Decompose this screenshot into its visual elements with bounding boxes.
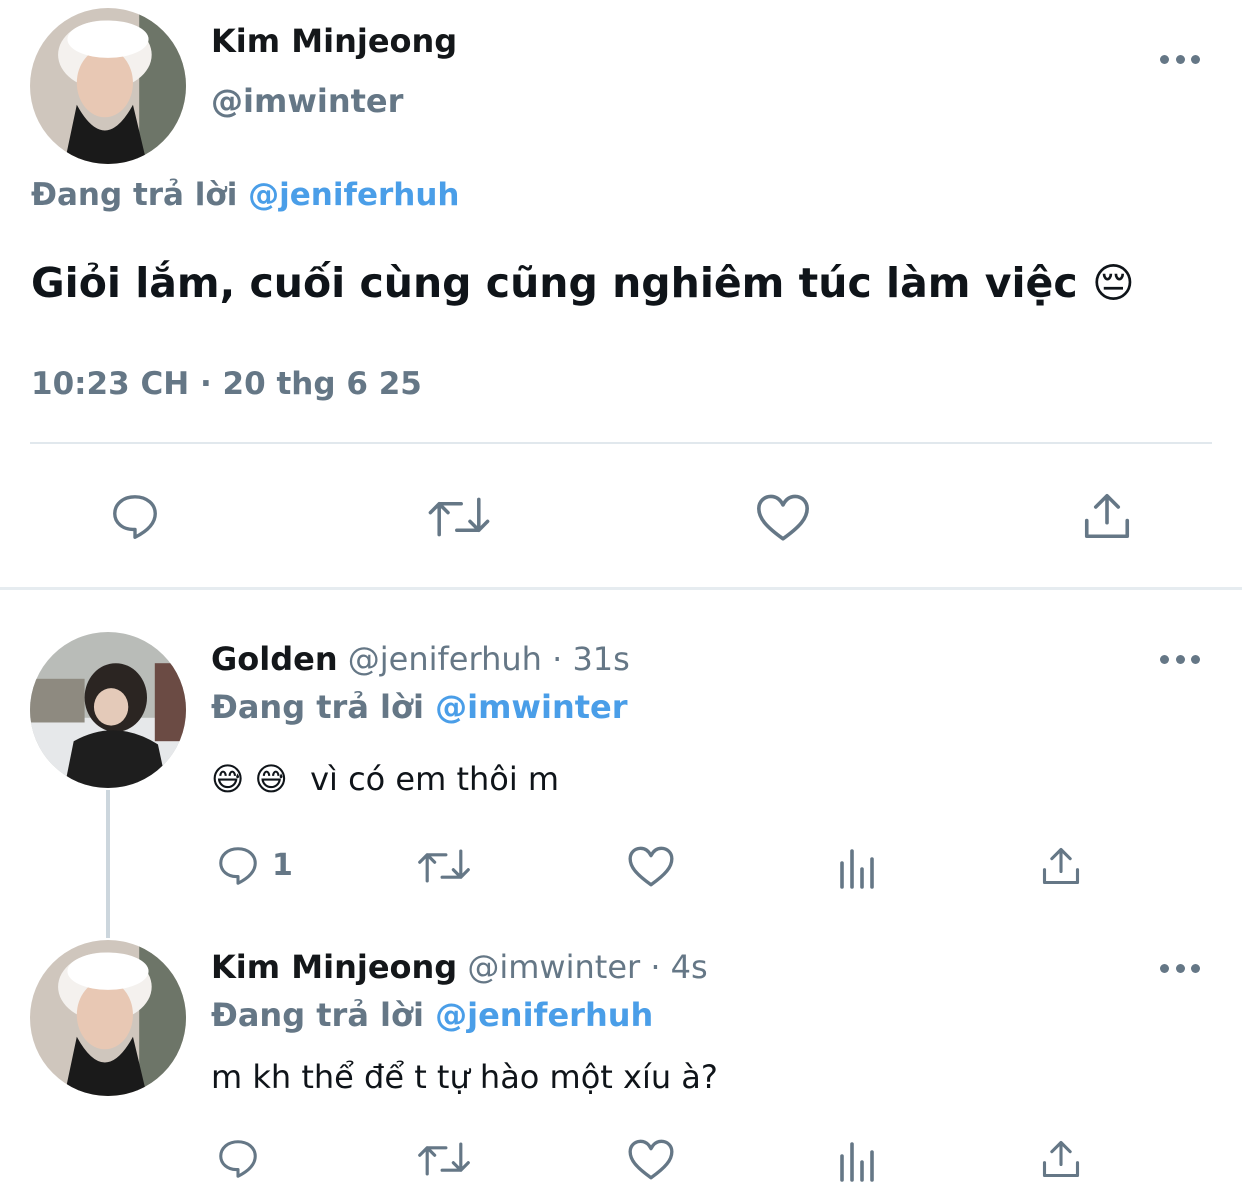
views-icon[interactable] (835, 1138, 877, 1182)
reply-header: Kim Minjeong @imwinter · 4s (211, 948, 708, 986)
more-icon[interactable] (1160, 653, 1200, 665)
heart-icon[interactable] (626, 1136, 676, 1182)
author-handle[interactable]: @jeniferhuh (348, 640, 542, 678)
share-icon[interactable] (1080, 488, 1134, 544)
share-icon[interactable] (1039, 843, 1083, 889)
retweet-icon[interactable] (416, 843, 472, 889)
heart-icon[interactable] (754, 490, 812, 544)
reply-text: m kh thể để t tự hào một xíu à? (211, 1058, 718, 1096)
retweet-icon[interactable] (416, 1136, 472, 1182)
reply-count: 1 (272, 848, 293, 883)
reply-time[interactable]: · 31s (552, 640, 630, 678)
reply-icon[interactable] (108, 490, 162, 544)
replying-prefix: Đang trả lời (31, 177, 238, 213)
author-handle[interactable]: @imwinter (467, 948, 640, 986)
avatar[interactable] (30, 940, 186, 1096)
replying-prefix: Đang trả lời (211, 688, 424, 726)
replying-to-link[interactable]: @jeniferhuh (435, 996, 653, 1034)
reply-text-line: 😅 😅 vì có em thôi m (211, 760, 559, 798)
reply-icon[interactable] (215, 1136, 261, 1182)
replying-prefix: Đang trả lời (211, 996, 424, 1034)
reply-header: Golden @jeniferhuh · 31s (211, 640, 630, 678)
replying-to-link[interactable]: @jeniferhuh (248, 177, 459, 213)
author-name[interactable]: Golden (211, 640, 338, 678)
replying-to-link[interactable]: @imwinter (435, 688, 627, 726)
views-icon[interactable] (835, 845, 877, 889)
pensive-emoji: 😔 (1091, 259, 1135, 307)
retweet-icon[interactable] (426, 490, 492, 544)
tweet-text: Giỏi lắm, cuối cùng cũng nghiêm túc làm … (31, 259, 1078, 307)
divider (30, 442, 1212, 444)
timestamp[interactable]: 10:23 CH · 20 thg 6 25 (31, 366, 422, 402)
heart-icon[interactable] (626, 843, 676, 889)
sweat-smile-emoji: 😅 😅 (211, 760, 288, 798)
author-name[interactable]: Kim Minjeong (211, 22, 457, 60)
reply-icon[interactable] (215, 843, 261, 889)
thread-line (106, 790, 110, 938)
replying-to-line: Đang trả lời @imwinter (211, 688, 628, 726)
replying-to-line: Đang trả lời @jeniferhuh (31, 177, 459, 213)
share-icon[interactable] (1039, 1136, 1083, 1182)
tweet-text-line: Giỏi lắm, cuối cùng cũng nghiêm túc làm … (31, 259, 1135, 307)
author-handle[interactable]: @imwinter (211, 82, 403, 120)
avatar[interactable] (30, 8, 186, 164)
more-icon[interactable] (1160, 962, 1200, 974)
more-icon[interactable] (1160, 53, 1200, 65)
reply-text: vì có em thôi m (310, 760, 560, 798)
replying-to-line: Đang trả lời @jeniferhuh (211, 996, 653, 1034)
reply-time[interactable]: · 4s (650, 948, 707, 986)
author-name[interactable]: Kim Minjeong (211, 948, 457, 986)
avatar[interactable] (30, 632, 186, 788)
section-separator (0, 587, 1242, 590)
